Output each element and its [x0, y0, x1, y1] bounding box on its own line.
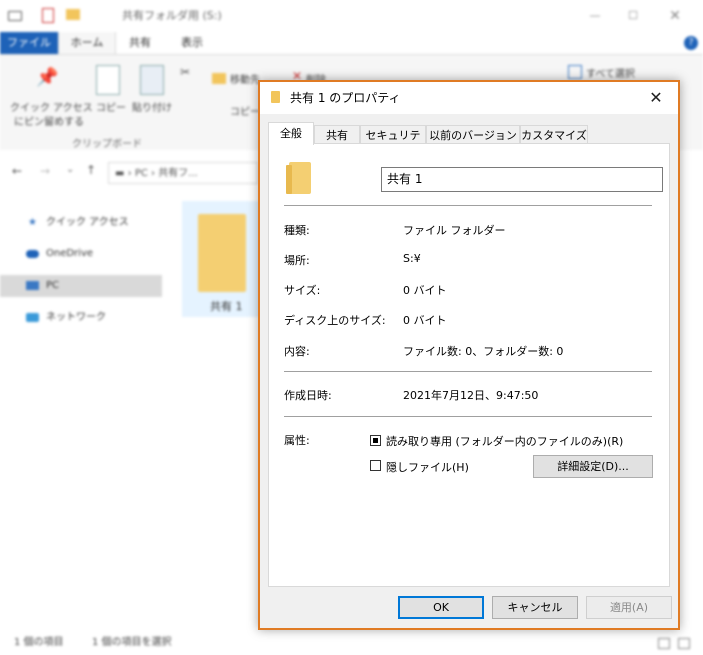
- pin-label[interactable]: にピン留めする: [14, 113, 84, 128]
- folder-item-icon[interactable]: [198, 214, 246, 292]
- status-item-count: 1 個の項目: [14, 637, 64, 648]
- size-value: 0 バイト: [403, 284, 447, 297]
- folder-name-field[interactable]: 共有 1: [381, 167, 663, 192]
- nav-item-network[interactable]: ネットワーク: [0, 307, 162, 329]
- drive-icon: [8, 11, 22, 21]
- dialog-title: 共有 1 のプロパティ: [290, 91, 401, 105]
- cloud-icon: [26, 250, 39, 258]
- nav-item-label: ネットワーク: [46, 312, 106, 323]
- details-view-icon[interactable]: [658, 638, 670, 649]
- readonly-checkbox[interactable]: [370, 435, 381, 446]
- cut-icon[interactable]: ✂: [180, 65, 190, 79]
- created-value: 2021年7月12日、9:47:50: [403, 389, 539, 402]
- status-bar: 1 個の項目 1 個の項目を選択: [0, 630, 703, 655]
- back-arrow-icon[interactable]: ←: [12, 164, 22, 178]
- folder-item-label[interactable]: 共有 1: [210, 298, 243, 314]
- type-value: ファイル フォルダー: [403, 224, 506, 237]
- ok-button[interactable]: OK: [398, 596, 484, 619]
- separator: [284, 416, 652, 417]
- tab-sharing[interactable]: 共有: [314, 125, 360, 144]
- disk-size-label: ディスク上のサイズ:: [284, 314, 386, 327]
- cancel-button[interactable]: キャンセル: [492, 596, 578, 619]
- paste-icon: [140, 65, 164, 95]
- tab-share[interactable]: 共有: [120, 32, 160, 54]
- nav-item-label: PC: [46, 280, 60, 291]
- pin-icon: 📌: [36, 67, 59, 88]
- location-label: 場所:: [284, 254, 310, 267]
- copy-icon: [96, 65, 120, 95]
- contains-value: ファイル数: 0、フォルダー数: 0: [403, 345, 564, 358]
- folder-icon: [271, 91, 280, 103]
- hidden-checkbox[interactable]: [370, 460, 381, 471]
- size-label: サイズ:: [284, 284, 321, 297]
- properties-dialog: 共有 1 のプロパティ ✕ 全般 共有 セキュリティ 以前のバージョン カスタマ…: [258, 80, 680, 630]
- folder-large-icon: [286, 162, 311, 194]
- apply-button[interactable]: 適用(A): [586, 596, 672, 619]
- attributes-label: 属性:: [284, 434, 310, 447]
- explorer-titlebar: 共有フォルダ用 (S:) — ☐ ✕: [0, 0, 703, 32]
- nav-item-label: OneDrive: [46, 248, 94, 259]
- nav-item-label: クイック アクセス: [46, 217, 129, 228]
- paste-button[interactable]: 貼り付け: [132, 99, 172, 114]
- dialog-titlebar[interactable]: 共有 1 のプロパティ ✕: [260, 82, 678, 114]
- status-selected-count: 1 個の項目を選択: [92, 637, 172, 648]
- explorer-title-text: 共有フォルダ用 (S:): [122, 9, 222, 22]
- computer-icon: [26, 281, 39, 290]
- nav-item-pc[interactable]: PC: [0, 275, 162, 297]
- forward-arrow-icon[interactable]: →: [40, 164, 50, 178]
- general-panel: 共有 1 種類: ファイル フォルダー 場所: S:¥ サイズ: 0 バイト デ…: [268, 143, 670, 587]
- tab-customize[interactable]: カスタマイズ: [520, 125, 588, 144]
- maximize-icon[interactable]: ☐: [618, 0, 648, 32]
- advanced-button[interactable]: 詳細設定(D)...: [533, 455, 653, 478]
- readonly-checkbox-label[interactable]: 読み取り専用 (フォルダー内のファイルのみ)(R): [386, 433, 623, 449]
- dialog-close-icon[interactable]: ✕: [634, 82, 678, 114]
- breadcrumb-pc[interactable]: PC: [135, 168, 148, 179]
- nav-item-onedrive[interactable]: OneDrive: [0, 243, 162, 265]
- tab-previous-versions[interactable]: 以前のバージョン: [426, 125, 520, 144]
- copy-button[interactable]: コピー: [96, 99, 126, 114]
- properties-icon[interactable]: [42, 8, 54, 23]
- star-icon: ★: [28, 217, 37, 228]
- select-all-icon: [568, 65, 582, 79]
- tab-file[interactable]: ファイル: [0, 32, 58, 54]
- tab-security[interactable]: セキュリティ: [360, 125, 426, 161]
- breadcrumb-share[interactable]: 共有フ...: [158, 168, 198, 179]
- clipboard-group-label: クリップボード: [72, 139, 142, 150]
- select-all-button[interactable]: すべて選択: [586, 65, 635, 80]
- quick-access-label[interactable]: クイック アクセス: [10, 99, 93, 114]
- new-folder-icon[interactable]: [66, 9, 80, 20]
- move-to-icon: [212, 73, 226, 84]
- type-label: 種類:: [284, 224, 310, 237]
- hidden-checkbox-label[interactable]: 隠しファイル(H): [386, 459, 469, 475]
- copy-to-button[interactable]: コピー: [230, 103, 260, 118]
- nav-item-quick-access[interactable]: ★ クイック アクセス: [0, 212, 162, 234]
- location-value: S:¥: [403, 252, 421, 265]
- move-to-button[interactable]: 移動先: [230, 71, 260, 86]
- tab-home[interactable]: ホーム: [58, 32, 116, 54]
- close-icon[interactable]: ✕: [660, 0, 690, 32]
- recent-chevron-icon[interactable]: ⌄: [66, 164, 74, 175]
- large-icons-view-icon[interactable]: [678, 638, 690, 649]
- tab-view[interactable]: 表示: [172, 32, 212, 54]
- disk-size-value: 0 バイト: [403, 314, 447, 327]
- contains-label: 内容:: [284, 345, 310, 358]
- created-label: 作成日時:: [284, 389, 332, 402]
- help-icon[interactable]: ?: [684, 36, 698, 50]
- up-arrow-icon[interactable]: ↑: [86, 163, 96, 177]
- minimize-icon[interactable]: —: [580, 0, 610, 32]
- network-icon: [26, 313, 39, 322]
- separator: [284, 205, 652, 206]
- separator: [284, 371, 652, 372]
- tab-general[interactable]: 全般: [268, 122, 314, 145]
- address-bar[interactable]: ▬ › PC › 共有フ...: [108, 162, 258, 184]
